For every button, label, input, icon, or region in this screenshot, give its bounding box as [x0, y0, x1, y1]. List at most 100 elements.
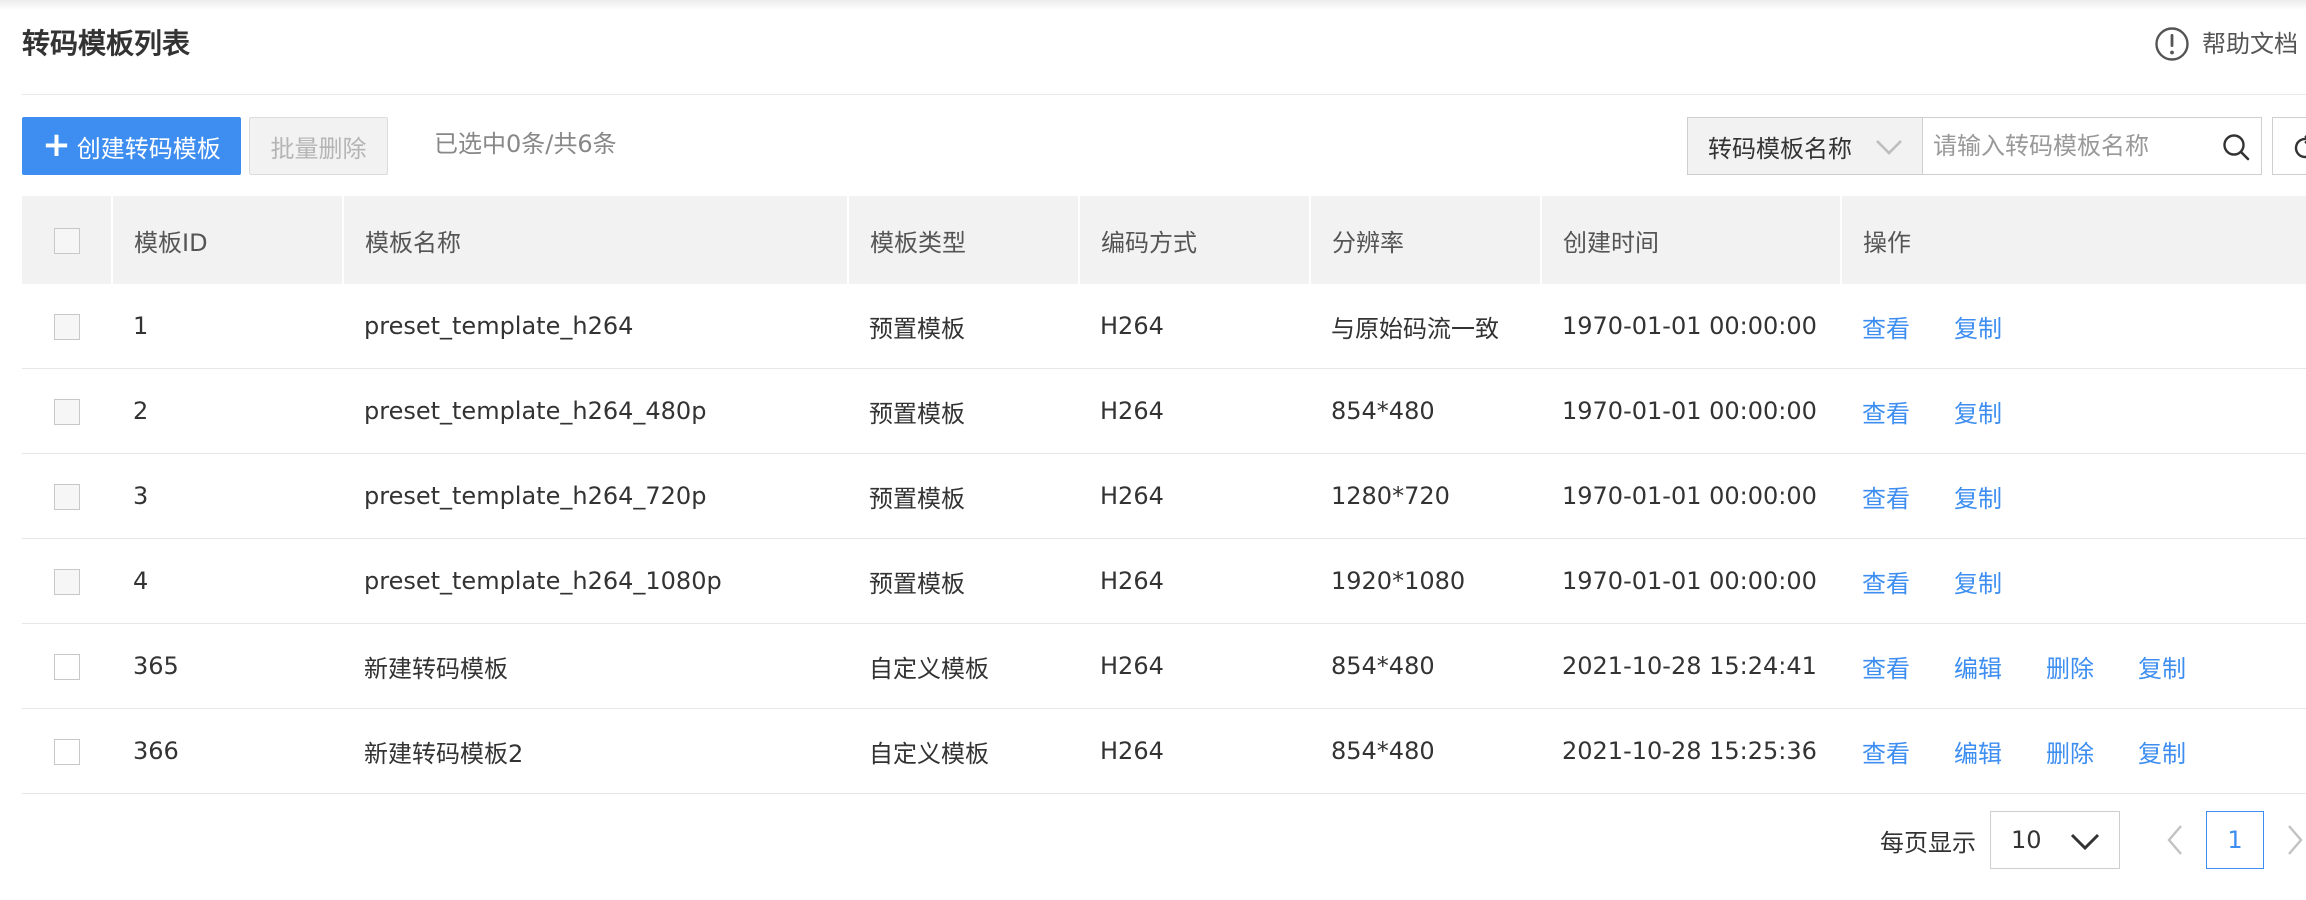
cell-resolution: 与原始码流一致 [1310, 284, 1541, 369]
cell-codec: H264 [1079, 708, 1310, 794]
cell-actions: 查看 复制 [1841, 284, 2306, 369]
per-page-select[interactable]: 10 [1990, 811, 2120, 869]
cell-created: 1970-01-01 00:00:00 [1541, 453, 1841, 539]
batch-delete-button[interactable]: 批量删除 [249, 117, 388, 175]
view-link[interactable]: 查看 [1862, 394, 1910, 429]
row-checkbox[interactable] [54, 739, 80, 765]
per-page-value: 10 [2011, 826, 2042, 854]
plus-icon: + [42, 124, 71, 165]
cell-type: 预置模板 [848, 538, 1079, 624]
create-template-button[interactable]: + 创建转码模板 [22, 117, 241, 175]
cell-actions: 查看 复制 [1841, 538, 2306, 624]
help-label: 帮助文档 [2202, 30, 2298, 58]
cell-id: 4 [112, 538, 343, 624]
template-table: 模板ID 模板名称 模板类型 编码方式 分辨率 创建时间 操作 1 preset… [22, 196, 2306, 794]
cell-name: preset_template_h264_1080p [343, 538, 848, 624]
cell-resolution: 854*480 [1310, 708, 1541, 794]
column-header-name: 模板名称 [343, 196, 849, 284]
chevron-left-icon [2167, 825, 2182, 855]
cell-type: 自定义模板 [848, 708, 1079, 794]
view-link[interactable]: 查看 [1862, 649, 1910, 684]
cell-codec: H264 [1079, 368, 1310, 454]
cell-name: preset_template_h264_720p [343, 453, 848, 539]
prev-page-button[interactable] [2164, 823, 2186, 857]
cell-codec: H264 [1079, 453, 1310, 539]
cell-created: 1970-01-01 00:00:00 [1541, 368, 1841, 454]
table-row: 2 preset_template_h264_480p 预置模板 H264 85… [22, 368, 2306, 454]
edit-link[interactable]: 编辑 [1954, 649, 2002, 684]
row-checkbox[interactable] [54, 399, 80, 425]
cell-id: 3 [112, 453, 343, 539]
copy-link[interactable]: 复制 [2138, 649, 2186, 684]
copy-link[interactable]: 复制 [1954, 394, 2002, 429]
view-link[interactable]: 查看 [1862, 564, 1910, 599]
refresh-button[interactable] [2272, 117, 2306, 175]
view-link[interactable]: 查看 [1862, 479, 1910, 514]
select-all-cell [22, 196, 113, 284]
copy-link[interactable]: 复制 [1954, 479, 2002, 514]
cell-id: 365 [112, 623, 343, 709]
view-link[interactable]: 查看 [1862, 309, 1910, 344]
table-row: 1 preset_template_h264 预置模板 H264 与原始码流一致… [22, 284, 2306, 369]
create-template-label: 创建转码模板 [76, 134, 221, 163]
row-checkbox[interactable] [54, 484, 80, 510]
help-link[interactable]: 帮助文档 [2154, 22, 2298, 66]
delete-link[interactable]: 删除 [2046, 649, 2094, 684]
table-row: 365 新建转码模板 自定义模板 H264 854*480 2021-10-28… [22, 623, 2306, 709]
search-input[interactable] [1931, 131, 2215, 161]
cell-resolution: 1280*720 [1310, 453, 1541, 539]
chevron-down-icon [2069, 830, 2101, 860]
row-select-cell [22, 708, 112, 794]
cell-name: preset_template_h264 [343, 284, 848, 369]
cell-name: preset_template_h264_480p [343, 368, 848, 454]
cell-actions: 查看 编辑 删除 复制 [1841, 708, 2306, 794]
search-field-label: 转码模板名称 [1708, 134, 1852, 163]
cell-id: 2 [112, 368, 343, 454]
cell-actions: 查看 编辑 删除 复制 [1841, 623, 2306, 709]
row-checkbox[interactable] [54, 314, 80, 340]
row-select-cell [22, 623, 112, 709]
copy-link[interactable]: 复制 [1954, 564, 2002, 599]
edit-link[interactable]: 编辑 [1954, 734, 2002, 769]
search-field-select[interactable]: 转码模板名称 [1687, 117, 1923, 175]
cell-type: 预置模板 [848, 284, 1079, 369]
pagination: 每页显示 10 1 [1880, 811, 2306, 869]
delete-link[interactable]: 删除 [2046, 734, 2094, 769]
row-select-cell [22, 368, 112, 454]
column-header-type: 模板类型 [848, 196, 1080, 284]
cell-codec: H264 [1079, 623, 1310, 709]
refresh-icon [2294, 135, 2306, 159]
table-row: 4 preset_template_h264_1080p 预置模板 H264 1… [22, 538, 2306, 624]
table-row: 366 新建转码模板2 自定义模板 H264 854*480 2021-10-2… [22, 708, 2306, 794]
view-link[interactable]: 查看 [1862, 734, 1910, 769]
cell-type: 自定义模板 [848, 623, 1079, 709]
cell-created: 2021-10-28 15:24:41 [1541, 623, 1841, 709]
top-shadow [0, 0, 2306, 10]
per-page-label: 每页显示 [1880, 828, 1976, 857]
table-row: 3 preset_template_h264_720p 预置模板 H264 12… [22, 453, 2306, 539]
column-header-id: 模板ID [112, 196, 344, 284]
copy-link[interactable]: 复制 [2138, 734, 2186, 769]
row-select-cell [22, 538, 112, 624]
column-header-actions: 操作 [1841, 196, 2306, 284]
cell-type: 预置模板 [848, 368, 1079, 454]
cell-resolution: 854*480 [1310, 623, 1541, 709]
cell-actions: 查看 复制 [1841, 368, 2306, 454]
search-icon[interactable] [2221, 132, 2251, 166]
cell-created: 2021-10-28 15:25:36 [1541, 708, 1841, 794]
cell-type: 预置模板 [848, 453, 1079, 539]
next-page-button[interactable] [2284, 823, 2306, 857]
search-bar: 转码模板名称 [1687, 117, 2262, 175]
select-all-checkbox[interactable] [53, 228, 80, 254]
row-checkbox[interactable] [54, 569, 80, 595]
cell-created: 1970-01-01 00:00:00 [1541, 284, 1841, 369]
row-select-cell [22, 453, 112, 539]
chevron-right-icon [2288, 825, 2303, 855]
page-number-button[interactable]: 1 [2206, 811, 2264, 869]
row-checkbox[interactable] [54, 654, 80, 680]
cell-id: 366 [112, 708, 343, 794]
copy-link[interactable]: 复制 [1954, 309, 2002, 344]
column-header-codec: 编码方式 [1079, 196, 1311, 284]
row-select-cell [22, 284, 112, 369]
page-title: 转码模板列表 [22, 27, 191, 60]
